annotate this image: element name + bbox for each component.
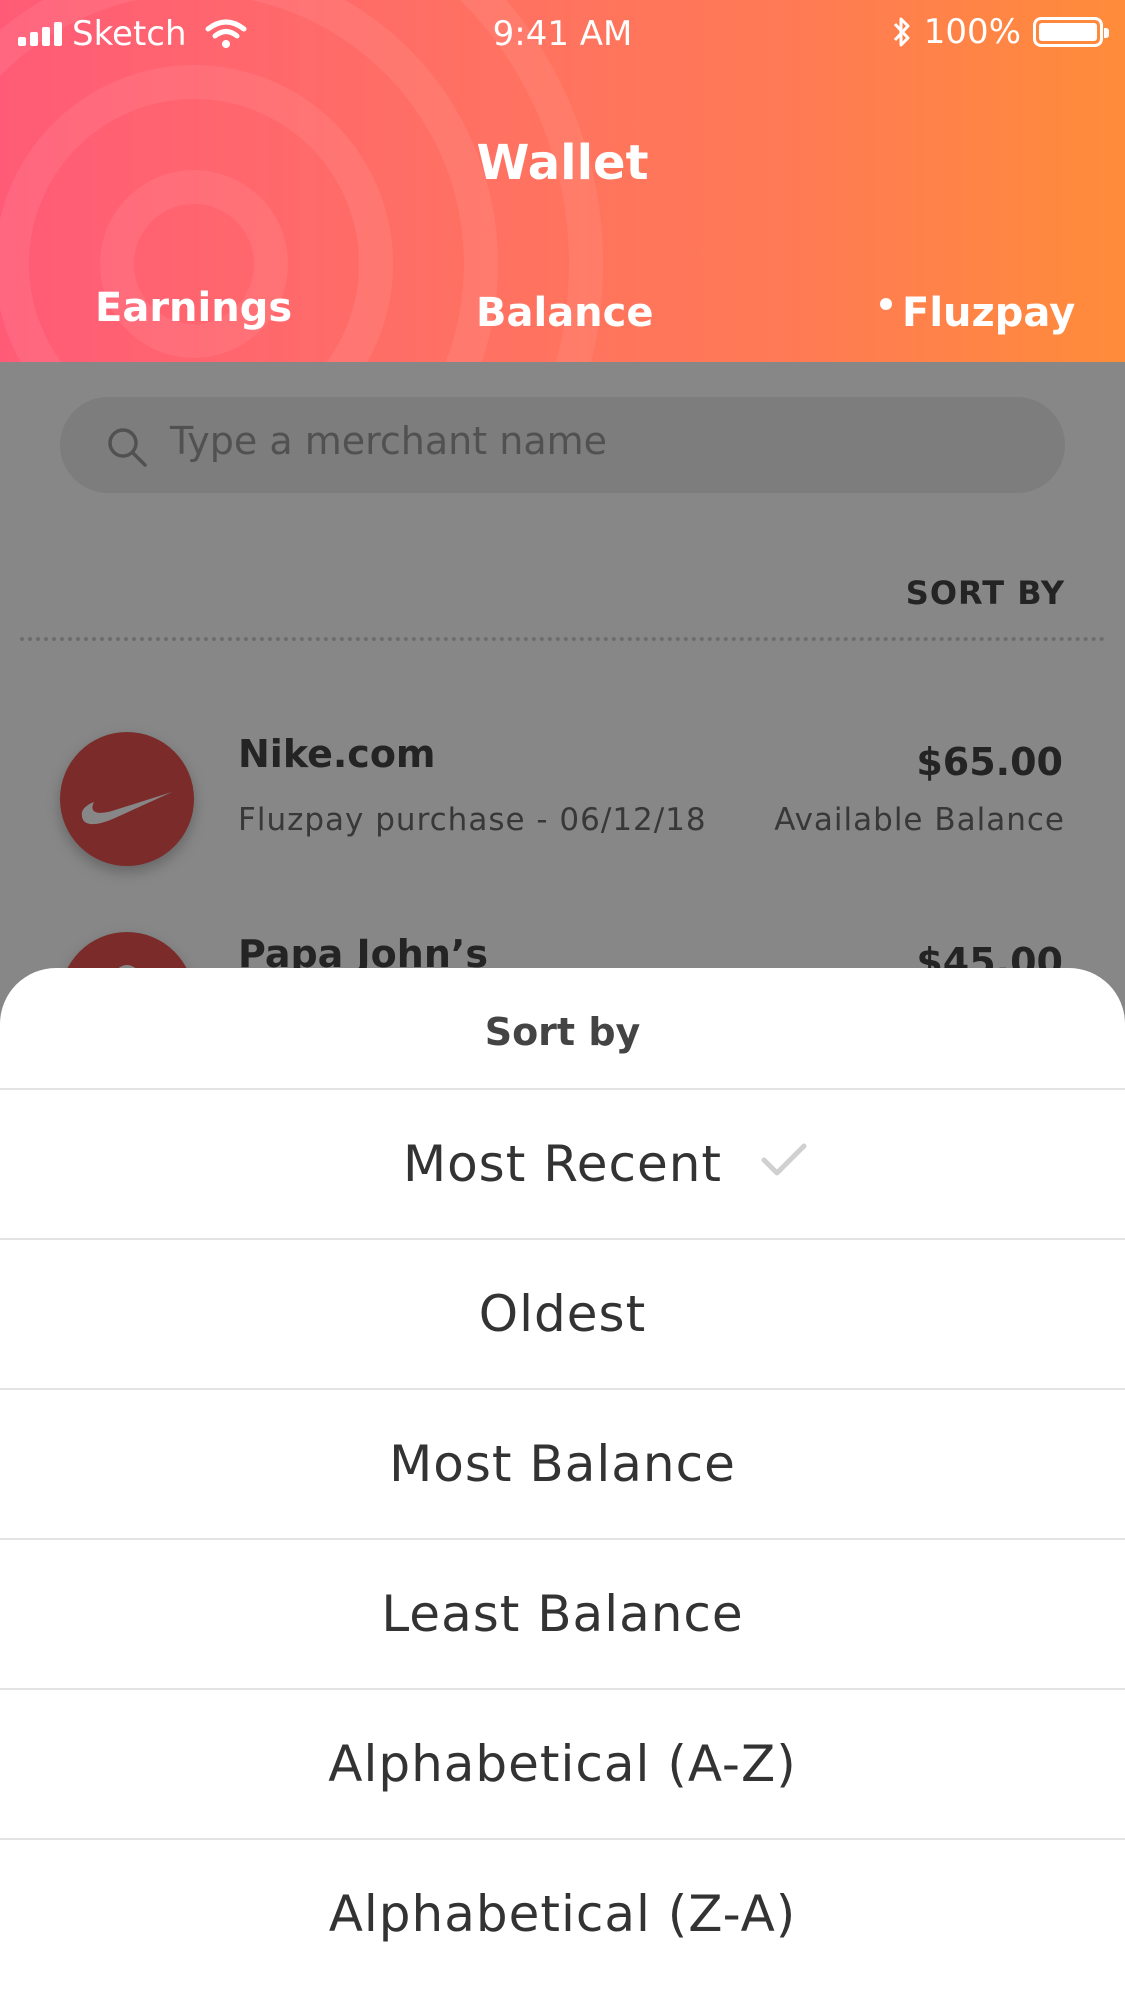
tab-earnings[interactable]: Earnings — [95, 285, 292, 331]
tab-fluzpay[interactable]: Fluzpay — [880, 290, 1075, 336]
sort-bottom-sheet: Sort by Most Recent Oldest Most Balance … — [0, 968, 1125, 2001]
sheet-title: Sort by — [484, 1010, 641, 1054]
sort-option-most-recent[interactable]: Most Recent — [0, 1090, 1125, 1238]
wallet-header: Sketch 9:41 AM 100% Wallet Earnings Bala… — [0, 0, 1125, 362]
option-label: Alphabetical (A-Z) — [328, 1735, 797, 1793]
sort-option-alphabetical-a-z[interactable]: Alphabetical (A-Z) — [0, 1690, 1125, 1838]
sort-option-most-balance[interactable]: Most Balance — [0, 1390, 1125, 1538]
bluetooth-icon — [893, 17, 910, 47]
page-title: Wallet — [476, 135, 649, 191]
sort-option-alphabetical-z-a[interactable]: Alphabetical (Z-A) — [0, 1840, 1125, 1988]
tab-label: Balance — [476, 290, 654, 336]
tab-label: Earnings — [95, 285, 293, 331]
sort-option-oldest[interactable]: Oldest — [0, 1240, 1125, 1388]
option-label: Alphabetical (Z-A) — [328, 1885, 797, 1943]
option-label: Most Recent — [402, 1135, 723, 1193]
selected-dot-indicator — [880, 298, 892, 310]
option-label: Least Balance — [381, 1585, 744, 1643]
sort-option-least-balance[interactable]: Least Balance — [0, 1540, 1125, 1688]
checkmark-icon — [761, 1143, 807, 1176]
option-label: Most Balance — [389, 1435, 736, 1493]
battery-percent: 100% — [923, 12, 1021, 52]
tab-label: Fluzpay — [902, 290, 1076, 336]
status-bar: Sketch 9:41 AM 100% — [0, 0, 1125, 70]
battery-icon — [1033, 17, 1109, 47]
tab-balance[interactable]: Balance — [476, 290, 654, 336]
option-label: Oldest — [478, 1285, 647, 1343]
